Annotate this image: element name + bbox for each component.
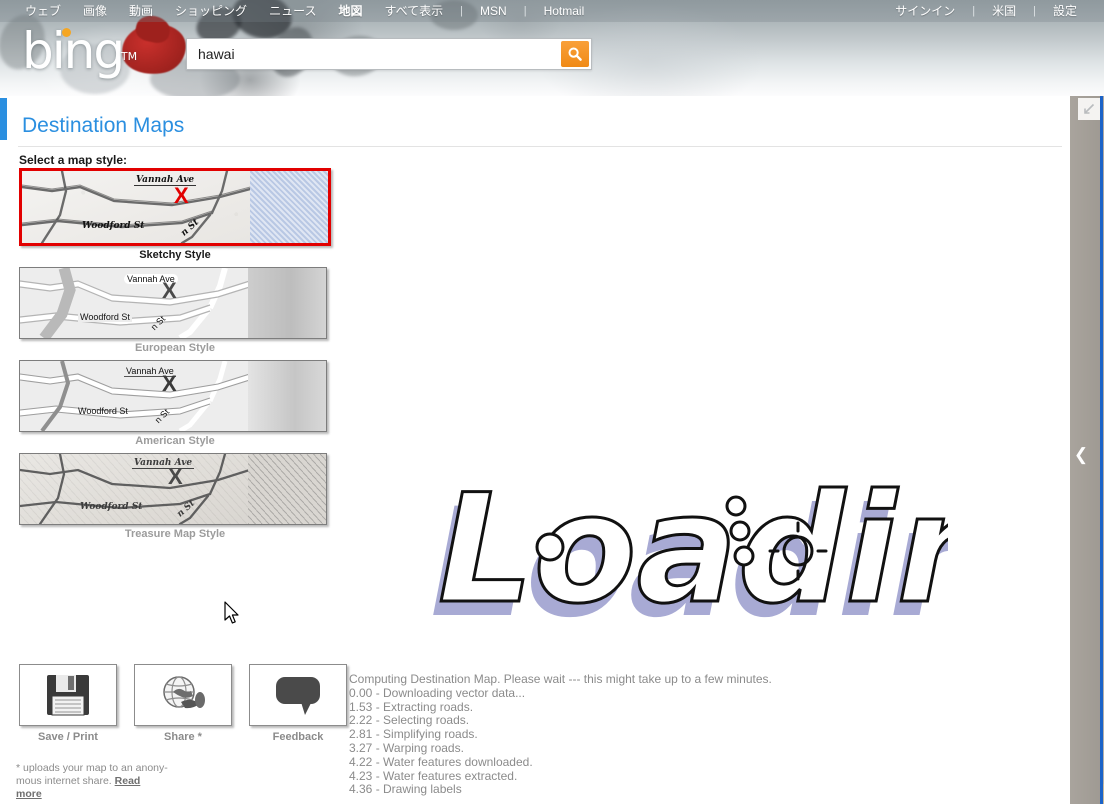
mini-map-treasure: Vannah Ave Woodford St n St X	[20, 454, 326, 524]
panel-resize-handle[interactable]	[1078, 98, 1100, 120]
status-log-line: 1.53 - Extracting roads.	[349, 699, 474, 714]
select-style-label: Select a map style:	[19, 153, 128, 167]
status-log-line: 2.81 - Simplifying roads.	[349, 727, 478, 742]
nav-item-msn[interactable]: MSN	[469, 0, 518, 22]
footnote-line-1: * uploads your map to an anony-	[16, 762, 168, 774]
destination-marker-european: X	[162, 278, 177, 303]
water-area-european	[248, 268, 326, 338]
page-title: Destination Maps	[22, 114, 185, 137]
share-icon-box[interactable]	[134, 664, 232, 726]
loading-graphic: Loading Loading	[418, 451, 948, 666]
status-log-line: 4.22 - Water features downloaded.	[349, 754, 533, 769]
street-label-woodford-st: Woodford St	[78, 406, 128, 416]
map-style-thumbnail-american[interactable]: Vannah Ave Woodford St n St X	[19, 360, 327, 432]
nav-item-sign-in[interactable]: サインイン	[884, 0, 966, 22]
map-style-option-sketchy[interactable]: Vannah Ave Woodford St n St X Sketchy St…	[19, 168, 335, 267]
nav-item-news[interactable]: ニュース	[258, 0, 327, 22]
map-style-thumbnail-european[interactable]: Vannah Ave Woodford St n St X	[19, 267, 327, 339]
chevron-left-icon: ❮	[1073, 444, 1089, 464]
nav-separator: |	[523, 5, 527, 17]
search-input[interactable]	[187, 40, 561, 68]
save-print-button[interactable]: Save / Print	[19, 664, 117, 743]
globe-share-icon	[163, 676, 205, 709]
bing-logo-trademark: TM	[120, 50, 138, 63]
map-style-option-treasure[interactable]: Vannah Ave Woodford St n St X Treasure M…	[19, 453, 335, 546]
nav-item-region[interactable]: 米国	[981, 0, 1027, 22]
destination-marker-treasure: X	[168, 464, 183, 489]
bing-logo-text: bing	[22, 22, 125, 80]
nav-separator: |	[1033, 5, 1036, 17]
status-log-line: 4.36 - Drawing labels	[349, 782, 462, 797]
nav-item-images[interactable]: 画像	[72, 0, 118, 22]
nav-item-hotmail[interactable]: Hotmail	[533, 0, 596, 22]
share-button[interactable]: Share *	[134, 664, 232, 743]
panel-accent-bar	[0, 98, 7, 140]
bing-logo-dot-icon	[62, 28, 71, 37]
mini-map-european: Vannah Ave Woodford St n St X	[20, 268, 326, 338]
top-nav-left-group: ウェブ 画像 動画 ショッピング ニュース 地図 すべて表示 | MSN | H…	[0, 0, 595, 22]
map-style-list: Vannah Ave Woodford St n St X Sketchy St…	[19, 168, 335, 546]
mouse-cursor	[224, 601, 239, 624]
panel-divider	[18, 146, 1062, 147]
status-log: Computing Destination Map. Please wait -…	[349, 672, 809, 797]
map-style-thumbnail-treasure[interactable]: Vannah Ave Woodford St n St X	[19, 453, 327, 525]
map-style-caption-treasure: Treasure Map Style	[124, 528, 226, 540]
top-navigation-bar: ウェブ 画像 動画 ショッピング ニュース 地図 すべて表示 | MSN | H…	[0, 0, 1104, 22]
status-log-line: 4.23 - Water features extracted.	[349, 768, 518, 783]
footnote-line-2: mous internet share.	[16, 775, 115, 787]
speech-bubble-icon	[276, 677, 320, 715]
feedback-button[interactable]: Feedback	[249, 664, 347, 743]
nav-item-videos[interactable]: 動画	[118, 0, 164, 22]
search-box[interactable]	[186, 38, 592, 70]
loading-gear-icon	[535, 532, 565, 562]
map-style-caption-european: European Style	[134, 342, 216, 354]
map-style-option-american[interactable]: Vannah Ave Woodford St n St X American S…	[19, 360, 335, 453]
panel-collapse-button[interactable]: ❮	[1070, 432, 1092, 476]
nav-item-shopping[interactable]: ショッピング	[164, 0, 258, 22]
status-log-heading: Computing Destination Map. Please wait -…	[349, 672, 772, 686]
loading-graphic-letters: Loading	[437, 462, 949, 639]
status-log-line: 0.00 - Downloading vector data...	[349, 685, 526, 700]
bing-logo[interactable]: bing TM	[22, 26, 137, 76]
destination-marker-american: X	[162, 371, 177, 396]
feedback-label: Feedback	[272, 731, 324, 743]
map-style-caption-american: American Style	[135, 435, 215, 447]
destination-marker-sketchy: X	[174, 183, 189, 208]
nav-item-maps[interactable]: 地図	[327, 0, 373, 22]
map-style-caption-sketchy: Sketchy Style	[139, 249, 211, 261]
save-print-label: Save / Print	[38, 731, 98, 743]
search-button[interactable]	[561, 41, 589, 67]
nav-item-settings[interactable]: 設定	[1042, 0, 1088, 22]
map-style-option-european[interactable]: Vannah Ave Woodford St n St X European S…	[19, 267, 335, 360]
mini-map-sketchy: Vannah Ave Woodford St n St X	[22, 171, 328, 243]
top-nav-right-group: サインイン | 米国 | 設定	[884, 0, 1104, 22]
street-label-vannah-ave: Vannah Ave	[132, 458, 195, 469]
mini-map-american: Vannah Ave Woodford St n St X	[20, 361, 326, 431]
svg-text:Loading: Loading	[438, 463, 948, 637]
street-label-woodford-st: Woodford St	[78, 312, 132, 322]
water-area-sketchy	[250, 171, 328, 243]
map-style-thumbnail-sketchy[interactable]: Vannah Ave Woodford St n St X	[19, 168, 331, 246]
feedback-icon-box[interactable]	[249, 664, 347, 726]
save-print-icon-box[interactable]	[19, 664, 117, 726]
street-label-woodford-st: Woodford St	[82, 221, 145, 231]
right-blue-border	[1100, 96, 1103, 804]
water-area-american	[248, 361, 326, 431]
resize-arrow-icon	[1084, 103, 1095, 114]
street-label-woodford-st: Woodford St	[80, 502, 143, 512]
nav-item-show-all[interactable]: すべて表示	[373, 0, 454, 22]
status-log-line: 3.27 - Warping roads.	[349, 740, 464, 755]
nav-separator: |	[972, 5, 976, 17]
nav-item-web[interactable]: ウェブ	[14, 0, 72, 22]
destination-maps-panel: Destination Maps Select a map style: Van…	[0, 96, 1070, 804]
status-log-line: 2.22 - Selecting roads.	[349, 713, 470, 728]
share-footnote: * uploads your map to an anony- mous int…	[16, 762, 168, 801]
search-icon	[568, 47, 582, 61]
nav-separator: |	[460, 5, 464, 17]
floppy-disk-icon	[47, 675, 89, 716]
action-button-group: Save / Print Share * Feedback	[19, 664, 347, 743]
water-area-treasure	[248, 454, 326, 524]
share-label: Share *	[164, 731, 202, 743]
